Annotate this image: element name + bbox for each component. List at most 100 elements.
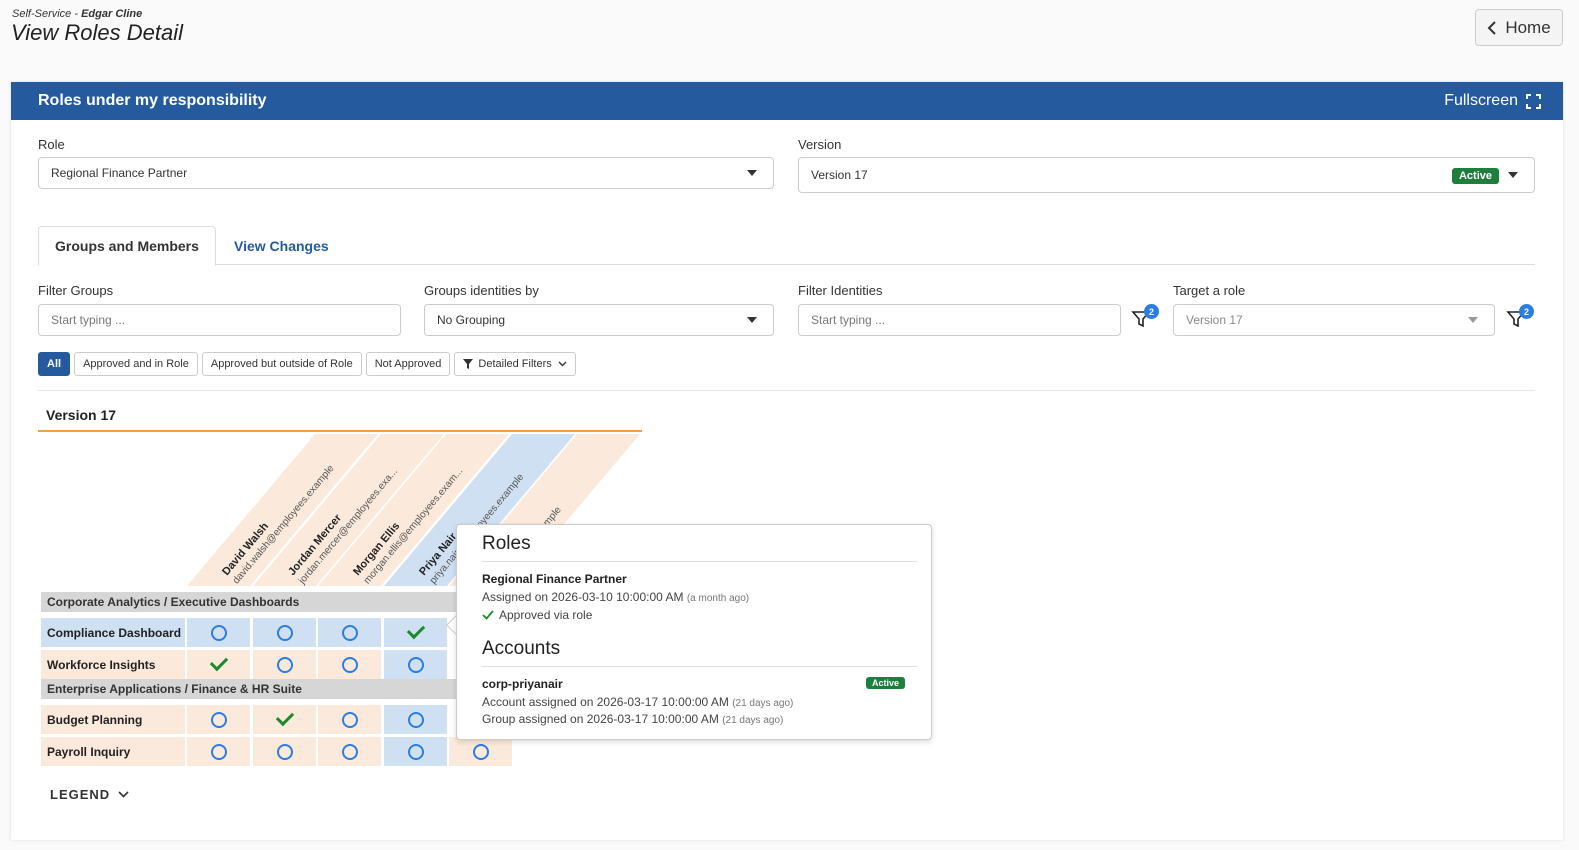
- breadcrumb: Self-Service - Edgar Cline: [12, 8, 142, 20]
- group-by-label: Groups identities by: [424, 283, 539, 298]
- filter-groups-label: Filter Groups: [38, 283, 114, 298]
- role-select[interactable]: Regional Finance Partner: [38, 157, 774, 189]
- card-header: Roles under my responsibility Fullscreen: [11, 82, 1563, 120]
- group-header: Corporate Analytics / Executive Dashboar…: [41, 592, 457, 612]
- role-label: Role: [38, 137, 65, 152]
- version-select-value: Version 17: [811, 168, 868, 182]
- circle-icon: [341, 743, 358, 760]
- caret-down-icon: [747, 170, 757, 176]
- matrix-cell[interactable]: [318, 650, 381, 679]
- breadcrumb-user: Edgar Cline: [81, 8, 143, 20]
- filter-icon: [463, 359, 474, 369]
- circle-icon: [276, 656, 293, 673]
- popover-accounts-heading: Accounts: [482, 630, 917, 667]
- matrix-cell[interactable]: [187, 618, 250, 647]
- check-icon: [275, 707, 294, 727]
- circle-icon: [472, 743, 489, 760]
- check-icon: [406, 620, 425, 640]
- tab-bar: Groups and Members View Changes: [38, 226, 1535, 266]
- row-label: Budget Planning: [41, 705, 185, 734]
- page-title: View Roles Detail: [11, 20, 184, 45]
- target-filter-count: 2: [1519, 304, 1534, 319]
- matrix-cell[interactable]: [253, 705, 316, 734]
- circle-icon: [210, 624, 227, 641]
- version-title: Version 17: [38, 404, 642, 432]
- target-role-value: Version 17: [1186, 313, 1243, 327]
- row-label: Payroll Inquiry: [41, 737, 185, 766]
- identities-filter-button[interactable]: 2: [1131, 304, 1159, 333]
- chip-not-approved[interactable]: Not Approved: [365, 352, 451, 376]
- check-icon: [209, 652, 228, 672]
- detailed-filters-button[interactable]: Detailed Filters: [454, 352, 576, 376]
- legend-toggle[interactable]: LEGEND: [50, 787, 129, 802]
- caret-down-icon: [747, 317, 757, 323]
- home-button-label: Home: [1505, 17, 1551, 37]
- target-role-select[interactable]: Version 17: [1173, 304, 1495, 336]
- matrix-cell[interactable]: [187, 650, 250, 679]
- popover-account-name: corp-priyanair: [482, 677, 563, 691]
- tab-view-changes[interactable]: View Changes: [218, 226, 345, 266]
- chip-all[interactable]: All: [38, 352, 71, 376]
- home-button[interactable]: Home: [1475, 9, 1563, 46]
- version-select[interactable]: Version 17 Active: [798, 157, 1535, 193]
- matrix-cell[interactable]: [384, 705, 447, 734]
- matrix-cell[interactable]: [187, 737, 250, 766]
- group-header: Enterprise Applications / Finance & HR S…: [41, 679, 457, 699]
- circle-icon: [210, 711, 227, 728]
- group-by-select[interactable]: No Grouping: [424, 304, 774, 336]
- popover-role-assigned: Assigned on 2026-03-10 10:00:00 AM (a mo…: [482, 590, 750, 604]
- matrix-cell[interactable]: [253, 618, 316, 647]
- filter-identities-input[interactable]: Start typing ...: [798, 304, 1121, 336]
- popover-roles-heading: Roles: [482, 525, 917, 562]
- status-filter-chips: All Approved and in Role Approved but ou…: [38, 352, 576, 376]
- circle-icon: [341, 656, 358, 673]
- matrix-cell[interactable]: [253, 737, 316, 766]
- check-icon: [482, 610, 494, 620]
- identity-details-popover: Roles Regional Finance Partner Assigned …: [456, 524, 932, 740]
- row-label: Compliance Dashboard: [41, 618, 185, 647]
- version-status-badge: Active: [1451, 168, 1499, 184]
- tab-groups-and-members[interactable]: Groups and Members: [38, 226, 216, 266]
- target-filter-button[interactable]: 2: [1506, 304, 1534, 333]
- matrix-cell[interactable]: [187, 705, 250, 734]
- popover-role-status: Approved via role: [482, 608, 917, 622]
- circle-icon: [341, 711, 358, 728]
- fullscreen-label: Fullscreen: [1444, 92, 1518, 109]
- detailed-filters-label: Detailed Filters: [478, 358, 552, 370]
- matrix-cell[interactable]: [318, 737, 381, 766]
- caret-down-icon: [1508, 172, 1518, 178]
- target-role-label: Target a role: [1173, 283, 1246, 298]
- chip-approved-outside-role[interactable]: Approved but outside of Role: [201, 352, 362, 376]
- chevron-left-icon: [1487, 20, 1497, 35]
- legend-label: LEGEND: [50, 787, 111, 802]
- matrix-cell[interactable]: [384, 618, 447, 647]
- matrix-cell[interactable]: [253, 650, 316, 679]
- circle-icon: [341, 624, 358, 641]
- filter-identities-label: Filter Identities: [798, 283, 883, 298]
- circle-icon: [407, 711, 424, 728]
- circle-icon: [276, 743, 293, 760]
- roles-card: Roles under my responsibility Fullscreen…: [11, 82, 1563, 840]
- group-by-value: No Grouping: [437, 313, 506, 327]
- chevron-down-icon: [118, 791, 129, 798]
- matrix-cell[interactable]: [384, 737, 447, 766]
- matrix-cell[interactable]: [318, 618, 381, 647]
- popover-group-assigned: Group assigned on 2026-03-17 10:00:00 AM…: [482, 712, 784, 726]
- matrix-cell[interactable]: [449, 737, 512, 766]
- fullscreen-icon: [1526, 93, 1541, 109]
- fullscreen-button[interactable]: Fullscreen: [1444, 92, 1541, 110]
- chip-approved-in-role[interactable]: Approved and in Role: [74, 352, 198, 376]
- popover-role-name: Regional Finance Partner: [482, 572, 627, 586]
- popover-account-assigned: Account assigned on 2026-03-17 10:00:00 …: [482, 695, 794, 709]
- matrix-cell[interactable]: [318, 705, 381, 734]
- breadcrumb-prefix: Self-Service -: [12, 8, 79, 20]
- circle-icon: [407, 656, 424, 673]
- role-select-value: Regional Finance Partner: [51, 166, 188, 180]
- matrix-cell[interactable]: [384, 650, 447, 679]
- card-title: Roles under my responsibility: [38, 92, 267, 109]
- account-status-badge: Active: [865, 677, 905, 689]
- chevron-down-icon: [558, 361, 567, 367]
- filter-groups-input[interactable]: Start typing ...: [38, 304, 401, 336]
- caret-down-icon: [1468, 317, 1478, 323]
- identities-filter-count: 2: [1144, 304, 1159, 319]
